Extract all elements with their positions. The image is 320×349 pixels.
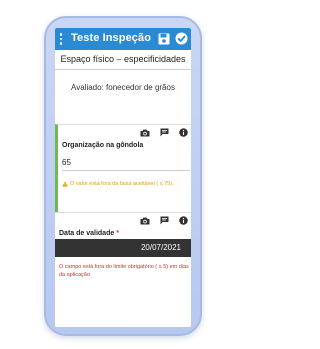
camera-icon[interactable] bbox=[140, 129, 150, 137]
phone-frame: Teste Inspeção Espaço físico – especific… bbox=[44, 16, 202, 336]
warning-message: O valor está fora da faixa aceitável ( ≤… bbox=[62, 181, 191, 187]
app-screen: Teste Inspeção Espaço físico – especific… bbox=[55, 28, 191, 327]
section-title: Espaço físico – especificidades bbox=[60, 54, 186, 64]
error-message: O campo está fora do limite obrigatório … bbox=[59, 264, 189, 278]
value-input[interactable]: 65 bbox=[62, 153, 190, 171]
warning-icon bbox=[62, 181, 68, 187]
info-icon[interactable] bbox=[179, 128, 188, 137]
field-label-text: Data de validade bbox=[59, 230, 115, 237]
comment-icon[interactable] bbox=[160, 128, 169, 137]
app-header: Teste Inspeção bbox=[55, 28, 191, 50]
info-icon[interactable] bbox=[179, 216, 188, 225]
field-label: Organização na gôndola bbox=[62, 142, 144, 149]
field-actions bbox=[140, 128, 188, 137]
date-input[interactable]: 20/07/2021 bbox=[55, 239, 191, 257]
app-title: Teste Inspeção bbox=[71, 32, 152, 44]
menu-icon[interactable] bbox=[57, 31, 65, 47]
field-label: Data de validade * bbox=[59, 230, 119, 237]
comment-icon[interactable] bbox=[160, 216, 169, 225]
field-organizacao-gondola: Organização na gôndola 65 O valor está f… bbox=[55, 124, 191, 212]
camera-icon[interactable] bbox=[140, 217, 150, 225]
warning-text: O valor está fora da faixa aceitável ( ≤… bbox=[70, 181, 174, 187]
confirm-check-icon[interactable] bbox=[175, 32, 188, 45]
required-marker: * bbox=[116, 230, 119, 237]
divider bbox=[55, 69, 191, 70]
field-actions bbox=[140, 216, 188, 225]
evaluated-label: Avaliado: fonecedor de grãos bbox=[71, 83, 175, 92]
save-icon[interactable] bbox=[158, 33, 170, 45]
field-data-validade: Data de validade * 20/07/2021 O campo es… bbox=[55, 212, 191, 292]
